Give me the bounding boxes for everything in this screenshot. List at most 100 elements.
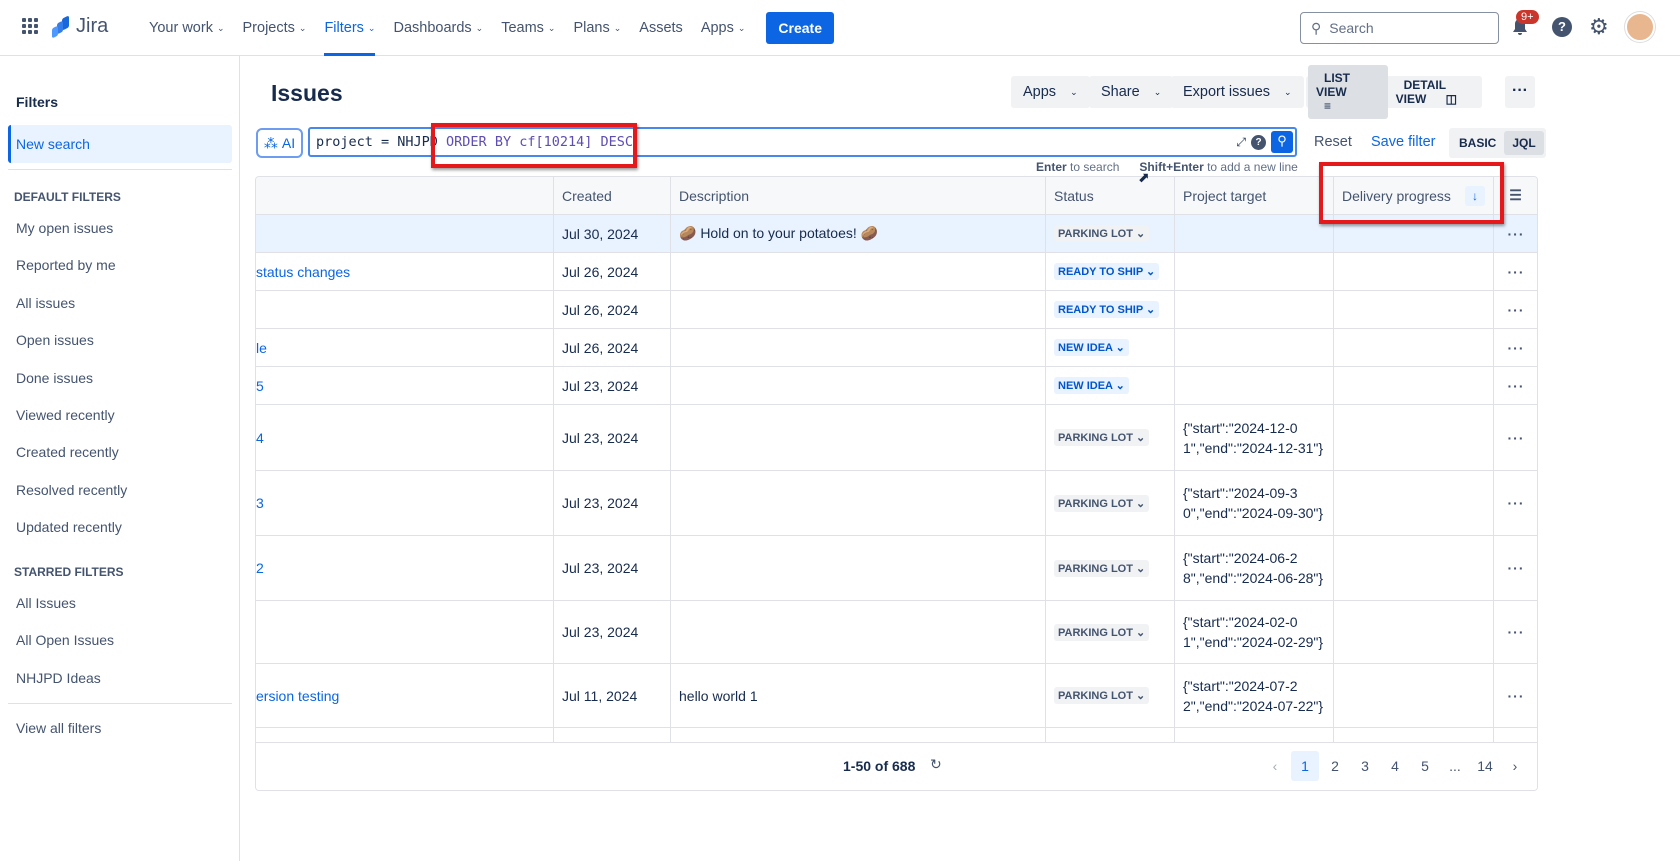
page-button[interactable]: ...: [1441, 751, 1469, 781]
description-cell[interactable]: 🥔 Hold on to your potatoes! 🥔: [671, 215, 1046, 252]
project-target-cell[interactable]: [1175, 329, 1334, 366]
page-button[interactable]: 1: [1291, 751, 1319, 781]
sidebar-item-reported-by-me[interactable]: Reported by me: [8, 246, 232, 284]
summary-cell[interactable]: [256, 215, 554, 252]
nav-item-teams[interactable]: Teams ⌄: [492, 0, 564, 56]
detail-view-button[interactable]: DETAIL VIEW ◫: [1388, 72, 1480, 112]
description-cell[interactable]: hello world 1: [671, 664, 1046, 727]
summary-cell[interactable]: 5: [256, 367, 554, 404]
row-actions-button[interactable]: ···: [1494, 329, 1537, 366]
sidebar-item-all-issues[interactable]: All Issues: [8, 584, 232, 622]
basic-mode-button[interactable]: BASIC: [1451, 131, 1504, 155]
issue-summary-link[interactable]: status changes: [256, 264, 350, 280]
description-cell[interactable]: [671, 471, 1046, 535]
summary-cell[interactable]: [256, 291, 554, 328]
row-actions-button[interactable]: ···: [1494, 253, 1537, 290]
status-dropdown[interactable]: PARKING LOT ⌄: [1054, 687, 1150, 704]
sidebar-item-open-issues[interactable]: Open issues: [8, 321, 232, 359]
project-target-cell[interactable]: {"start":"2024-06-28","end":"2024-06-28"…: [1175, 536, 1334, 600]
global-search-input[interactable]: ⚲ Search: [1300, 12, 1499, 44]
refresh-icon[interactable]: ↻: [930, 756, 942, 773]
status-dropdown[interactable]: READY TO SHIP ⌄: [1054, 301, 1160, 318]
description-cell[interactable]: [671, 329, 1046, 366]
sidebar-item-view-all-filters[interactable]: View all filters: [8, 709, 232, 747]
summary-cell[interactable]: [256, 601, 554, 663]
export-issues-button[interactable]: Export issues ⌄: [1171, 76, 1304, 108]
sidebar-item-nhjpd-ideas[interactable]: NHJPD Ideas: [8, 659, 232, 697]
column-header-created[interactable]: Created: [554, 177, 671, 214]
description-cell[interactable]: [671, 291, 1046, 328]
status-dropdown[interactable]: PARKING LOT ⌄: [1054, 623, 1150, 641]
column-header-description[interactable]: Description: [671, 177, 1046, 214]
sidebar-item-viewed-recently[interactable]: Viewed recently: [8, 396, 232, 434]
sidebar-item-resolved-recently[interactable]: Resolved recently: [8, 471, 232, 509]
app-switcher-icon[interactable]: [22, 18, 38, 34]
jql-mode-button[interactable]: JQL: [1504, 131, 1544, 155]
status-dropdown[interactable]: READY TO SHIP ⌄: [1054, 263, 1160, 280]
project-target-cell[interactable]: [1175, 253, 1334, 290]
summary-cell[interactable]: ersion testing: [256, 664, 554, 727]
column-header-project-target[interactable]: Project target: [1175, 177, 1334, 214]
jql-help-icon[interactable]: ?: [1251, 134, 1266, 150]
status-dropdown[interactable]: PARKING LOT ⌄: [1054, 429, 1150, 446]
column-header-summary[interactable]: [256, 177, 554, 214]
table-row[interactable]: Jul 26, 2024 READY TO SHIP ⌄ ···: [256, 291, 1537, 329]
row-actions-button[interactable]: ···: [1494, 291, 1537, 328]
row-actions-button[interactable]: ···: [1494, 471, 1537, 535]
project-target-cell[interactable]: [1175, 291, 1334, 328]
jql-search-button[interactable]: ⚲: [1271, 131, 1293, 153]
user-avatar[interactable]: [1625, 12, 1655, 42]
nav-item-assets[interactable]: Assets: [630, 0, 692, 56]
table-row[interactable]: 4 Jul 23, 2024 PARKING LOT ⌄ {"start":"2…: [256, 405, 1537, 471]
row-actions-button[interactable]: ···: [1494, 405, 1537, 470]
project-target-cell[interactable]: {"start":"2024-12-01","end":"2024-12-31"…: [1175, 405, 1334, 470]
sidebar-item-done-issues[interactable]: Done issues: [8, 359, 232, 397]
description-cell[interactable]: [671, 367, 1046, 404]
project-target-cell[interactable]: {"start":"2024-07-22","end":"2024-07-22"…: [1175, 664, 1334, 727]
project-target-cell[interactable]: [1175, 215, 1334, 252]
row-actions-button[interactable]: ···: [1494, 536, 1537, 600]
summary-cell[interactable]: 3: [256, 471, 554, 535]
expand-icon[interactable]: ⤢: [1236, 135, 1246, 150]
table-row[interactable]: 3 Jul 23, 2024 PARKING LOT ⌄ {"start":"2…: [256, 471, 1537, 536]
sidebar-item-new-search[interactable]: New search: [8, 125, 232, 163]
nav-item-apps[interactable]: Apps ⌄: [692, 0, 755, 56]
sidebar-item-updated-recently[interactable]: Updated recently: [8, 508, 232, 546]
issue-summary-link[interactable]: 5: [256, 378, 264, 394]
status-dropdown[interactable]: PARKING LOT ⌄: [1054, 225, 1150, 242]
table-row[interactable]: 2 Jul 23, 2024 PARKING LOT ⌄ {"start":"2…: [256, 536, 1537, 601]
description-cell[interactable]: [671, 405, 1046, 470]
column-header-status[interactable]: Status: [1046, 177, 1175, 214]
reset-button[interactable]: Reset: [1314, 134, 1352, 150]
row-actions-button[interactable]: ···: [1494, 664, 1537, 727]
issue-summary-link[interactable]: 3: [256, 495, 264, 511]
issue-summary-link[interactable]: ersion testing: [256, 688, 339, 704]
page-button[interactable]: 3: [1351, 751, 1379, 781]
status-dropdown[interactable]: NEW IDEA ⌄: [1054, 339, 1129, 356]
sidebar-item-all-issues[interactable]: All issues: [8, 284, 232, 322]
table-row[interactable]: Jul 23, 2024 PARKING LOT ⌄ {"start":"202…: [256, 601, 1537, 664]
row-actions-button[interactable]: ···: [1494, 367, 1537, 404]
issue-summary-link[interactable]: 4: [256, 430, 264, 446]
description-cell[interactable]: [671, 536, 1046, 600]
sidebar-item-created-recently[interactable]: Created recently: [8, 433, 232, 471]
more-actions-button[interactable]: ···: [1505, 76, 1535, 108]
nav-item-your-work[interactable]: Your work ⌄: [140, 0, 234, 56]
project-target-cell[interactable]: [1175, 367, 1334, 404]
table-row[interactable]: ersion testing Jul 11, 2024 hello world …: [256, 664, 1537, 728]
save-filter-button[interactable]: Save filter: [1371, 134, 1435, 150]
description-cell[interactable]: [671, 601, 1046, 663]
table-row[interactable]: 5 Jul 23, 2024 NEW IDEA ⌄ ···: [256, 367, 1537, 405]
settings-gear-icon[interactable]: ⚙: [1589, 14, 1609, 40]
summary-cell[interactable]: 4: [256, 405, 554, 470]
sidebar-item-all-open-issues[interactable]: All Open Issues: [8, 621, 232, 659]
description-cell[interactable]: [671, 253, 1046, 290]
issue-summary-link[interactable]: 2: [256, 560, 264, 576]
nav-item-filters[interactable]: Filters ⌄: [315, 0, 384, 56]
row-actions-button[interactable]: ···: [1494, 601, 1537, 663]
share-button[interactable]: Share ⌄: [1089, 76, 1174, 108]
list-view-button[interactable]: LIST VIEW ≡: [1308, 65, 1388, 119]
status-dropdown[interactable]: PARKING LOT ⌄: [1054, 494, 1150, 512]
status-dropdown[interactable]: PARKING LOT ⌄: [1054, 559, 1150, 577]
page-button[interactable]: 5: [1411, 751, 1439, 781]
